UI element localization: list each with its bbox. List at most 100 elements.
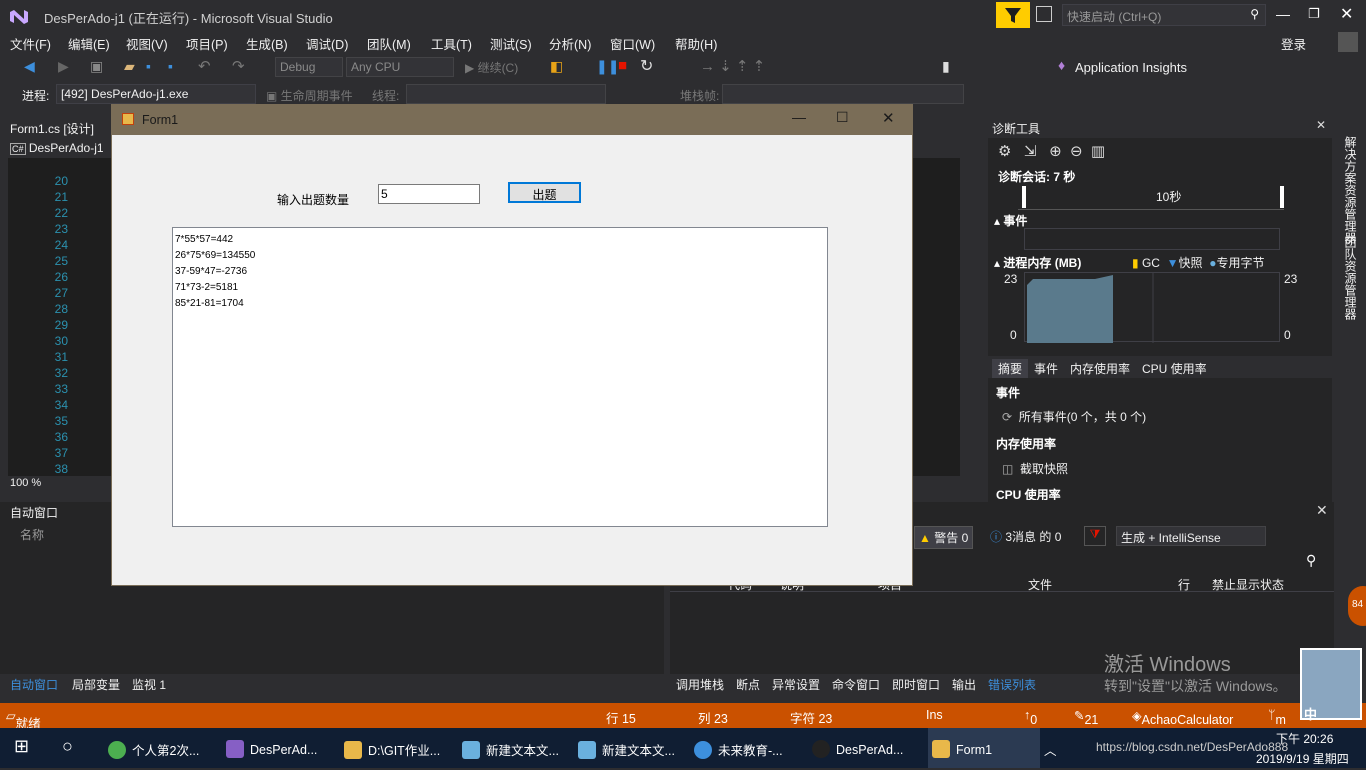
search-icon[interactable]: ○ bbox=[62, 728, 73, 768]
lifecycle-events-button[interactable]: ▣ 生命周期事件 bbox=[266, 87, 353, 104]
restart-icon[interactable]: ↻ bbox=[640, 56, 653, 76]
tab-events[interactable]: 事件 bbox=[1034, 360, 1058, 377]
tab-summary[interactable]: 摘要 bbox=[992, 359, 1029, 378]
taskbar-item-notepad-2[interactable]: 新建文本文... bbox=[578, 728, 675, 768]
col-suppress[interactable]: 禁止显示状态 bbox=[1212, 576, 1284, 593]
ime-indicator[interactable]: 中 bbox=[1304, 704, 1317, 723]
taskbar-item-browser[interactable]: 个人第2次... bbox=[108, 728, 199, 768]
stack-frame-select[interactable] bbox=[722, 84, 964, 104]
account-avatar-icon[interactable] bbox=[1338, 32, 1358, 52]
status-edits[interactable]: ✎ 21 bbox=[1074, 708, 1098, 727]
minimize-button[interactable]: — bbox=[792, 109, 806, 125]
tab-immediate-window[interactable]: 即时窗口 bbox=[892, 676, 940, 693]
zoom-select[interactable]: 100 % bbox=[10, 477, 41, 489]
status-project[interactable]: ◈ AchaoCalculator bbox=[1132, 708, 1233, 727]
hot-reload-icon[interactable]: ◧ bbox=[550, 58, 563, 75]
feedback-icon[interactable] bbox=[996, 2, 1030, 28]
zoom-in-icon[interactable]: ⊕ bbox=[1049, 143, 1062, 160]
chart-icon[interactable]: ▥ bbox=[1091, 143, 1105, 160]
close-button[interactable]: ✕ bbox=[882, 109, 895, 127]
count-input[interactable] bbox=[378, 184, 480, 204]
tab-memory[interactable]: 内存使用率 bbox=[1070, 360, 1130, 377]
tab-form1-designer[interactable]: Form1.cs [设计] bbox=[10, 120, 94, 137]
login-link[interactable]: 登录 bbox=[1281, 34, 1306, 53]
undo-icon[interactable]: ↶ bbox=[198, 57, 211, 75]
stop-icon[interactable]: ■ bbox=[618, 57, 627, 74]
tab-exception-settings[interactable]: 异常设置 bbox=[772, 676, 820, 693]
output-textbox[interactable]: 7*55*57=442 26*75*69=134550 37-59*47=-27… bbox=[172, 227, 828, 527]
project-nav[interactable]: C# DesPerAdo-j1 bbox=[10, 141, 104, 155]
status-branch[interactable]: ᛘ m bbox=[1268, 708, 1286, 727]
config-select[interactable]: Debug bbox=[275, 57, 343, 77]
bookmark-icon[interactable]: ▮ bbox=[942, 58, 950, 75]
tab-autos[interactable]: 自动窗口 bbox=[10, 676, 58, 693]
close-icon[interactable]: ✕ bbox=[1316, 118, 1326, 132]
forward-icon[interactable]: ▶ bbox=[58, 58, 69, 75]
menu-edit[interactable]: 编辑(E) bbox=[68, 34, 110, 53]
settings-icon[interactable]: ⚙ bbox=[998, 143, 1011, 160]
all-events-link[interactable]: ⟳ 所有事件(0 个，共 0 个) bbox=[1002, 408, 1146, 425]
notification-badge[interactable]: 84 bbox=[1348, 586, 1366, 626]
tab-error-list[interactable]: 错误列表 bbox=[988, 676, 1036, 693]
warnings-filter[interactable]: ▲ 警告 0 bbox=[914, 526, 974, 549]
search-icon[interactable]: ⚲ bbox=[1306, 552, 1316, 569]
minimize-button[interactable]: — bbox=[1276, 6, 1290, 22]
taskbar-item-education[interactable]: 未来教育-... bbox=[694, 728, 783, 768]
menu-file[interactable]: 文件(F) bbox=[10, 34, 51, 53]
taskbar-item-notepad-1[interactable]: 新建文本文... bbox=[462, 728, 559, 768]
menu-analyze[interactable]: 分析(N) bbox=[549, 34, 591, 53]
menu-test[interactable]: 测试(S) bbox=[490, 34, 532, 53]
menu-view[interactable]: 视图(V) bbox=[126, 34, 168, 53]
editor-scrollbar[interactable] bbox=[960, 158, 980, 476]
thread-select[interactable] bbox=[406, 84, 606, 104]
process-select[interactable]: [492] DesPerAdo-j1.exe bbox=[56, 84, 256, 104]
menu-build[interactable]: 生成(B) bbox=[246, 34, 288, 53]
taskbar-item-qq[interactable]: DesPerAd... bbox=[812, 728, 903, 768]
menu-debug[interactable]: 调试(D) bbox=[306, 34, 348, 53]
take-snapshot-button[interactable]: ◫ 截取快照 bbox=[1002, 460, 1068, 477]
export-icon[interactable]: ⇲ bbox=[1024, 143, 1037, 160]
status-push[interactable]: ↑ 0 bbox=[1024, 708, 1037, 727]
maximize-button[interactable]: ❐ bbox=[1308, 6, 1320, 22]
continue-button[interactable]: ▶ 继续(C) bbox=[465, 59, 518, 76]
new-project-icon[interactable]: ▣ bbox=[90, 58, 103, 75]
notification-icon[interactable] bbox=[1036, 6, 1052, 22]
application-insights-button[interactable]: Application Insights bbox=[1075, 60, 1187, 75]
save-all-icon[interactable]: ▪ bbox=[168, 58, 173, 74]
taskbar-item-explorer[interactable]: D:\GIT作业... bbox=[344, 728, 440, 768]
build-intellisense-select[interactable]: 生成 + IntelliSense bbox=[1116, 526, 1266, 546]
taskbar-item-form1[interactable]: Form1 bbox=[928, 728, 1040, 768]
menu-project[interactable]: 项目(P) bbox=[186, 34, 228, 53]
clock-date[interactable]: 2019/9/19 星期四 bbox=[1256, 730, 1349, 770]
side-tab-solution-explorer[interactable]: 解决方案资源管理器 bbox=[1342, 136, 1359, 244]
tab-watch1[interactable]: 监视 1 bbox=[132, 676, 166, 693]
zoom-out-icon[interactable]: ⊖ bbox=[1070, 143, 1083, 160]
menu-help[interactable]: 帮助(H) bbox=[675, 34, 717, 53]
start-button[interactable]: ⊞ bbox=[14, 728, 29, 768]
pause-icon[interactable]: ❚❚ bbox=[596, 58, 619, 75]
close-icon[interactable]: ✕ bbox=[1316, 502, 1328, 519]
step-icons[interactable]: → ⇣ ⇡ ⇡ bbox=[700, 57, 765, 75]
tab-output[interactable]: 输出 bbox=[952, 676, 976, 693]
quick-launch-input[interactable]: 快速启动 (Ctrl+Q) ⚲ bbox=[1062, 4, 1266, 26]
tab-command-window[interactable]: 命令窗口 bbox=[832, 676, 880, 693]
maximize-button[interactable]: ☐ bbox=[836, 109, 849, 126]
menu-window[interactable]: 窗口(W) bbox=[610, 34, 655, 53]
generate-button[interactable]: 出题 bbox=[508, 182, 581, 203]
tab-cpu[interactable]: CPU 使用率 bbox=[1142, 360, 1207, 377]
menu-team[interactable]: 团队(M) bbox=[367, 34, 411, 53]
taskbar-item-vs[interactable]: DesPerAd... bbox=[226, 728, 317, 768]
close-button[interactable]: ✕ bbox=[1340, 4, 1353, 24]
platform-select[interactable]: Any CPU bbox=[346, 57, 454, 77]
tab-locals[interactable]: 局部变量 bbox=[72, 676, 120, 693]
form1-titlebar[interactable]: Form1 — ☐ ✕ bbox=[112, 105, 912, 135]
messages-filter[interactable]: ⓘ 3消息 的 0 bbox=[990, 528, 1061, 545]
tab-call-stack[interactable]: 调用堆栈 bbox=[676, 676, 724, 693]
col-line[interactable]: 行 bbox=[1178, 576, 1190, 593]
back-icon[interactable]: ◀ bbox=[24, 58, 35, 75]
open-folder-icon[interactable]: ▰ bbox=[124, 58, 135, 75]
redo-icon[interactable]: ↷ bbox=[232, 57, 245, 75]
side-tab-team-explorer[interactable]: 团队资源管理器 bbox=[1342, 236, 1359, 320]
menu-tools[interactable]: 工具(T) bbox=[431, 34, 472, 53]
tray-chevron-icon[interactable]: ︿ bbox=[1044, 728, 1057, 768]
